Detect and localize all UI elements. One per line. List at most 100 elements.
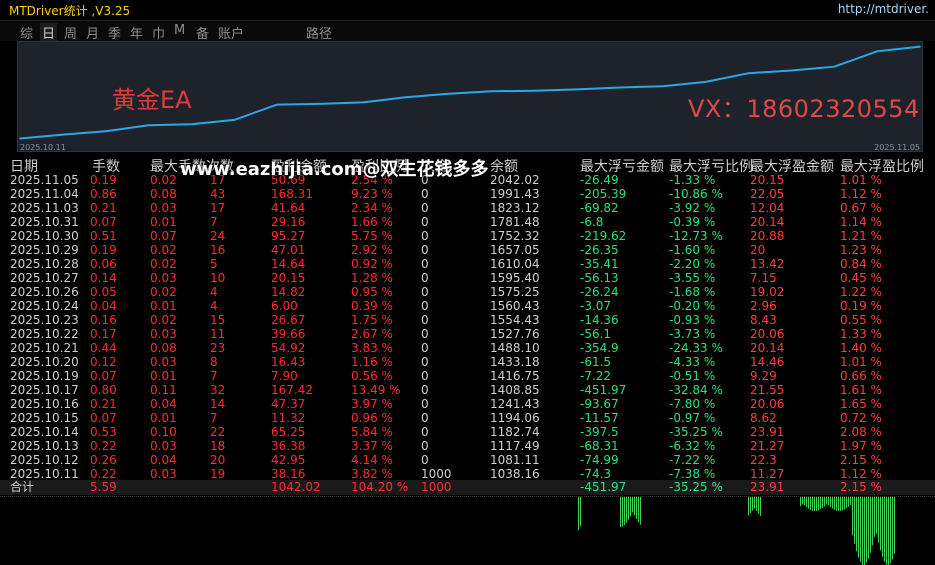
indicator-bar [856,497,857,552]
cell-max-float-profit: 8.62 [750,411,777,425]
cell-max-float-profit: 20.06 [750,397,785,411]
cell-max-float-loss-ratio: -2.20 % [669,257,716,271]
tab-overview[interactable]: 综 [20,23,33,42]
cell-max-float-profit: 11.27 [750,467,785,481]
cell-date: 2025.10.12 [10,453,79,467]
cell-deposit: 0 [421,243,429,257]
tab-symbol[interactable]: 巾 [152,23,165,42]
table-row: 2025.10.24 0.04 0.01 4 6.00 0.39 % 0 1560.43 -3.… [0,299,935,313]
cell-profit-ratio: 2.54 % [351,173,393,187]
bottom-indicator-panel [0,496,935,565]
cell-profit: 41.64 [271,201,306,215]
cell-count: 19 [210,467,226,481]
indicator-bar [578,497,579,531]
cell-max-float-loss-ratio: -3.73 % [669,327,716,341]
cell-profit: 36.38 [271,439,306,453]
cell-profit: 14.64 [271,257,306,271]
cell-max-float-profit: 20.14 [750,341,785,355]
cell-max-float-loss: -74.3 [580,467,612,481]
cell-max-lots: 0.01 [150,411,177,425]
indicator-bar [824,497,825,507]
indicator-bar [882,497,883,557]
cell-lots: 0.22 [90,467,117,481]
cell-max-float-profit-ratio: 1.22 % [840,285,882,299]
balance-point [619,86,621,89]
cell-lots: 0.05 [90,285,117,299]
cell-max-float-profit-ratio: 2.08 % [840,425,882,439]
window-url[interactable]: http://mtdriver. [838,2,929,16]
cell-max-lots: 0.10 [150,425,177,439]
cell-lots: 0.12 [90,355,117,369]
cell-deposit: 0 [421,355,429,369]
cell-lots: 0.17 [90,327,117,341]
indicator-bar [844,497,845,510]
balance-point [790,69,793,72]
cell-lots: 0.44 [90,341,117,355]
indicator-bar [806,497,807,508]
cell-max-float-loss: -451.97 [580,383,627,397]
cell-profit: 16.43 [271,355,306,369]
cell-balance: 1575.25 [490,285,540,299]
indicator-bar [878,497,879,543]
tab-path[interactable]: 路径 [306,23,332,42]
cell-date: 2025.10.29 [10,243,79,257]
cell-max-float-profit: 2.96 [750,299,777,313]
cell-max-float-profit-ratio: 1.23 % [840,243,882,257]
cell-max-float-loss-ratio: -35.25 % [669,425,723,439]
balance-point [447,92,450,95]
cell-date: 2025.10.17 [10,383,79,397]
cell-deposit: 0 [421,439,429,453]
cell-date: 2025.10.30 [10,229,79,243]
cell-date: 2025.10.20 [10,355,79,369]
tab-notes[interactable]: 备 [196,23,209,42]
indicator-bar [866,497,867,563]
indicator-bar [634,497,635,516]
indicator-bar [890,497,891,564]
cell-balance: 1527.76 [490,327,540,341]
cell-max-lots: 0.08 [150,341,177,355]
cell-max-lots: 0.01 [150,299,177,313]
cell-profit-ratio: 3.37 % [351,439,393,453]
cell-max-float-profit-ratio: 1.12 % [840,187,882,201]
cell-max-float-loss-ratio: -3.92 % [669,201,716,215]
indicator-bar [754,497,755,509]
tab-account[interactable]: 账户 [218,23,244,42]
tab-quarterly[interactable]: 季 [108,23,121,42]
cell-balance: 1081.11 [490,453,540,467]
indicator-bar [624,497,625,526]
cell-max-float-profit: 9.29 [750,369,777,383]
cell-max-float-profit-ratio: 0.67 % [840,201,882,215]
cell-max-float-profit-ratio: 1.33 % [840,327,882,341]
indicator-bar [836,497,837,511]
cell-date: 2025.10.13 [10,439,79,453]
total-max-float-loss-ratio: -35.25 % [669,480,723,494]
cell-count: 15 [210,313,226,327]
cell-max-lots: 0.02 [150,257,177,271]
cell-lots: 0.19 [90,243,117,257]
total-row: 合计 5.59 1042.02 104.20 % 1000 -451.97 -3… [0,480,935,495]
cell-max-float-loss: -397.5 [580,425,619,439]
tab-weekly[interactable]: 周 [64,23,77,42]
cell-balance: 1416.75 [490,369,540,383]
cell-date: 2025.10.24 [10,299,79,313]
cell-lots: 0.16 [90,313,117,327]
tab-yearly[interactable]: 年 [130,23,143,42]
tab-magic[interactable]: M [174,23,185,38]
table-row: 2025.10.28 0.06 0.02 5 14.64 0.92 % 0 1610.04 -3… [0,257,935,271]
table-row: 2025.11.04 0.86 0.08 43 168.31 9.23 % 0 1991.43… [0,187,935,201]
cell-deposit: 0 [421,299,429,313]
balance-point [362,101,364,104]
indicator-bar [884,497,885,562]
cell-max-lots: 0.02 [150,313,177,327]
tab-daily[interactable]: 日 [40,23,58,42]
cell-deposit: 0 [421,383,429,397]
cell-profit-ratio: 2.34 % [351,201,393,215]
cell-deposit: 0 [421,173,429,187]
cell-max-lots: 0.07 [150,229,177,243]
cell-count: 18 [210,439,226,453]
cell-max-float-profit: 20.88 [750,229,785,243]
cell-max-lots: 0.03 [150,355,177,369]
indicator-bar [636,497,637,520]
total-label: 合计 [10,480,35,494]
tab-monthly[interactable]: 月 [86,23,99,42]
